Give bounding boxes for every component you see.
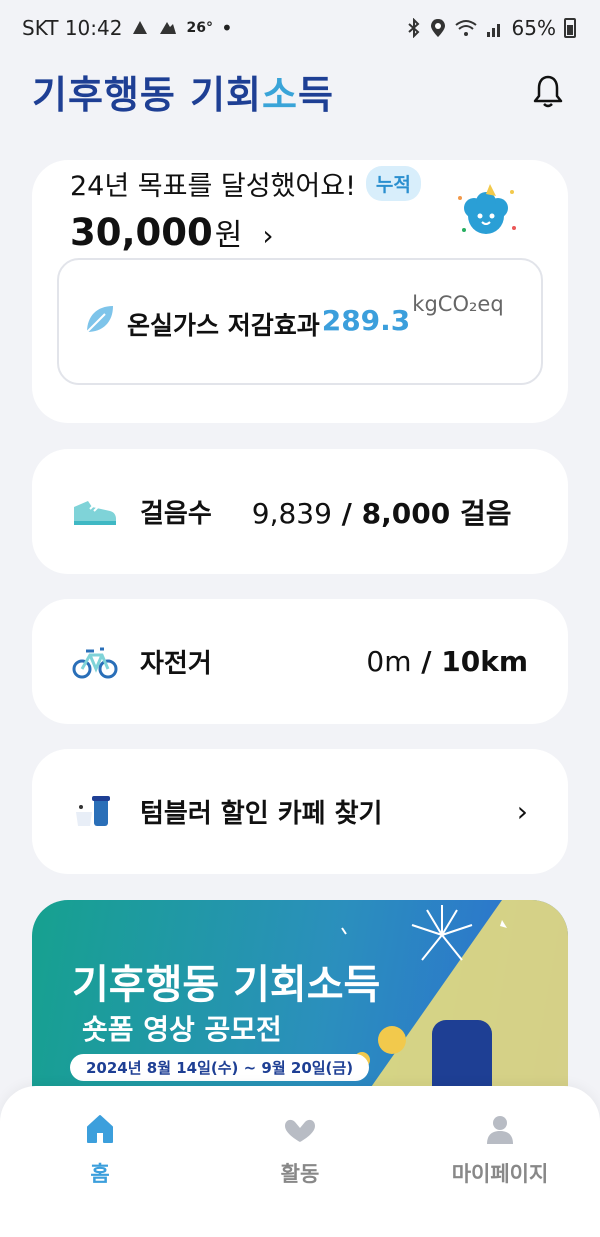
bell-icon <box>533 75 563 108</box>
status-right: 65% <box>406 16 576 40</box>
logo-main-text: 기후행동 기회 <box>32 72 262 117</box>
steps-goal: 8,000 걸음 <box>361 496 512 530</box>
signal-icon <box>486 24 500 37</box>
logo-accent-text: 소 <box>262 72 298 117</box>
carrier-time: SKT 10:42 <box>22 16 123 40</box>
ghg-label: 온실가스 저감효과 <box>127 311 320 340</box>
status-bar: SKT 10:42 26° • 65% <box>0 0 600 56</box>
battery-percent: 65% <box>511 16 556 40</box>
nav-activity-label: 활동 <box>280 1162 320 1186</box>
weather-icon <box>160 22 177 34</box>
bluetooth-icon <box>407 18 420 38</box>
banner-subtitle: 숏폼 영상 공모전 <box>82 1013 282 1046</box>
nav-mypage-label: 마이페이지 <box>451 1162 549 1186</box>
bottom-nav: 홈 활동 마이페이지 <box>0 1086 600 1237</box>
bike-card[interactable]: 자전거 0m / 10km <box>32 599 568 724</box>
tumbler-cup-icon <box>76 795 110 826</box>
banner-title: 기후행동 기회소득 <box>72 962 381 1008</box>
bicycle-icon <box>72 647 118 678</box>
steps-value: 9,839 / 8,000 걸음 <box>252 492 512 532</box>
status-dot: • <box>220 16 233 40</box>
goal-card: 24년 목표를 달성했어요! 누적 30,000 원 › 온실가스 저감효과 2… <box>32 160 568 423</box>
banner-date: 2024년 8월 14일(수) ~ 9월 20일(금) <box>70 1054 370 1081</box>
notification-button[interactable] <box>528 71 568 111</box>
bike-value: 0m / 10km <box>366 645 528 678</box>
bike-label: 자전거 <box>140 649 212 679</box>
steps-current: 9,839 <box>251 496 332 530</box>
app-header: 기후행동 기회소득 <box>0 56 600 126</box>
chevron-right-icon: › <box>262 219 274 252</box>
home-icon <box>87 1115 113 1143</box>
bike-current: 0m <box>366 645 412 678</box>
nav-home-label: 홈 <box>90 1162 110 1186</box>
steps-label: 걸음수 <box>140 499 212 529</box>
promo-banner[interactable]: 기후행동 기회소득 숏폼 영상 공모전 2024년 8월 14일(수) ~ 9월… <box>32 900 568 1100</box>
tumbler-cafe-card[interactable]: 텀블러 할인 카페 찾기 › <box>32 749 568 874</box>
goal-title-row: 24년 목표를 달성했어요! 누적 <box>70 164 421 203</box>
reward-amount: 30,000 <box>70 211 213 254</box>
ghg-value: 289.3 <box>321 304 411 337</box>
celebration-mascot-icon <box>458 184 516 234</box>
reward-currency: 원 <box>214 218 243 253</box>
nav-home[interactable]: 홈 <box>25 1112 175 1237</box>
cumulative-badge: 누적 <box>365 166 421 201</box>
battery-icon <box>564 18 576 38</box>
location-icon <box>430 19 445 37</box>
reward-amount-link[interactable]: 30,000 원 › <box>70 210 274 254</box>
steps-separator: / <box>331 496 362 530</box>
wifi-icon <box>454 20 477 36</box>
goal-title: 24년 목표를 달성했어요! <box>70 171 356 202</box>
bike-goal: 10km <box>441 645 528 678</box>
sneaker-icon <box>74 500 116 525</box>
person-icon <box>487 1116 513 1144</box>
nav-mypage[interactable]: 마이페이지 <box>425 1112 575 1237</box>
ghg-unit: kgCO₂eq <box>412 292 504 316</box>
logo-end-text: 득 <box>297 72 334 117</box>
app-notification-icon <box>133 21 148 34</box>
nav-activity[interactable]: 활동 <box>225 1112 375 1237</box>
bike-separator: / <box>411 645 442 678</box>
ghg-reduction-box: 온실가스 저감효과 289.3 kgCO₂eq <box>57 258 543 385</box>
leaf-icon <box>86 306 113 333</box>
status-left: SKT 10:42 26° • <box>22 16 233 40</box>
temperature: 26° <box>186 20 213 36</box>
app-logo[interactable]: 기후행동 기회소득 <box>32 64 334 119</box>
chevron-right-icon: › <box>516 795 528 828</box>
activity-icon <box>285 1119 315 1142</box>
tumbler-label: 텀블러 할인 카페 찾기 <box>140 799 383 829</box>
steps-card[interactable]: 걸음수 9,839 / 8,000 걸음 <box>32 449 568 574</box>
